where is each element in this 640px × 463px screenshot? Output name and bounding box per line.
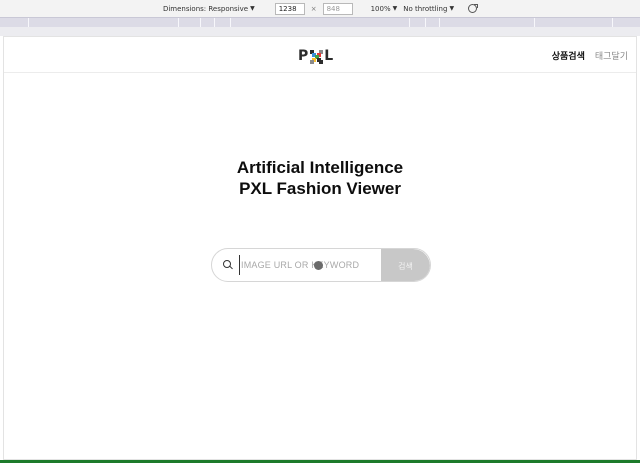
rotate-icon[interactable]: [468, 4, 479, 13]
dimensions-label: Dimensions: Responsive: [162, 4, 249, 13]
search-bar: 검색: [211, 248, 431, 282]
throttling-dropdown[interactable]: No throttling ▼: [403, 5, 454, 13]
dimensions-dropdown[interactable]: Dimensions: Responsive ▼: [163, 5, 255, 13]
zoom-dropdown[interactable]: 100% ▼: [371, 5, 398, 13]
mouse-cursor-icon: [314, 261, 323, 270]
site-header: P L 상품검색 태그달기: [4, 37, 636, 73]
page-viewport: P L 상품검색 태그달기 Artificial Intelligence PX…: [3, 36, 637, 460]
hero-title-line1: Artificial Intelligence: [236, 158, 404, 177]
height-input[interactable]: [322, 2, 353, 15]
logo-letter-p: P: [298, 48, 310, 64]
search-icon: [223, 260, 233, 270]
logo-x-mosaic-icon: [310, 50, 324, 64]
caret-down-icon: ▼: [392, 5, 398, 12]
throttling-label: No throttling: [403, 4, 448, 13]
hero-title: Artificial Intelligence PXL Fashion View…: [4, 157, 636, 199]
devtools-toolbar: Dimensions: Responsive ▼ × 100% ▼ No thr…: [0, 0, 640, 17]
header-nav: 상품검색 태그달기: [552, 49, 628, 62]
caret-down-icon: ▼: [250, 5, 255, 12]
nav-tagging[interactable]: 태그달기: [595, 49, 628, 62]
ruler-spacer: [0, 27, 640, 36]
caret-down-icon: ▼: [449, 5, 455, 12]
logo-letter-l: L: [324, 48, 335, 64]
width-input[interactable]: [274, 2, 305, 15]
pxl-logo[interactable]: P L: [298, 48, 334, 64]
search-input[interactable]: [239, 255, 379, 275]
times-sign: ×: [310, 4, 317, 13]
media-query-ruler: [0, 17, 640, 28]
nav-product-search[interactable]: 상품검색: [552, 49, 585, 62]
hero-title-line2: PXL Fashion Viewer: [239, 179, 401, 198]
search-button[interactable]: 검색: [381, 249, 430, 281]
zoom-label: 100%: [370, 4, 391, 13]
